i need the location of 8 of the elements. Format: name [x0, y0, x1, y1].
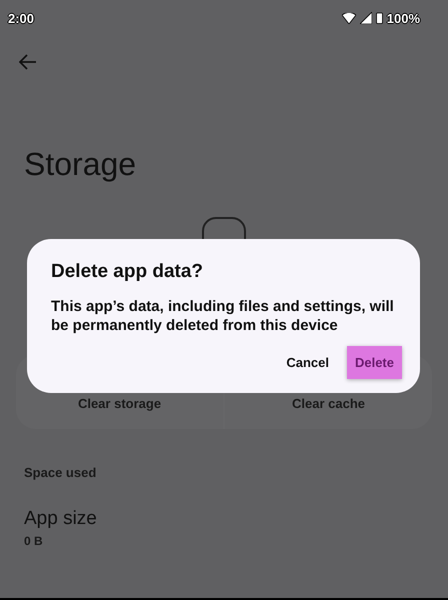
clock-time: 2:00: [8, 10, 34, 26]
page-title: Storage: [24, 146, 138, 183]
battery-percent: 100%: [386, 10, 420, 26]
item-value: 0 B: [24, 534, 44, 548]
dialog-message: This app’s data, including files and settings, will be permanently deleted from this device: [51, 297, 395, 335]
item-title: App size: [24, 508, 98, 530]
dialog-title: Delete app data?: [51, 261, 204, 283]
section-header: Space used: [24, 465, 98, 480]
